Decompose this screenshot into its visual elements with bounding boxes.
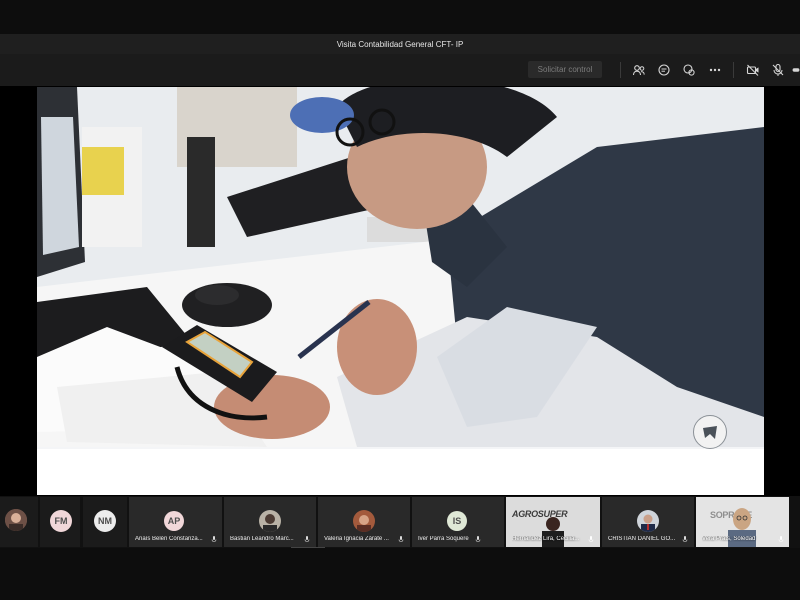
mic-icon bbox=[398, 536, 404, 542]
chat-icon[interactable] bbox=[655, 61, 673, 79]
shared-photo bbox=[37, 87, 764, 495]
participant-tile[interactable]: NM bbox=[83, 497, 127, 547]
participant-name: Bastián Leandro Marc... bbox=[230, 536, 294, 542]
toolbar-separator bbox=[620, 62, 621, 78]
avatar: AP bbox=[164, 511, 184, 531]
camera-off-icon[interactable] bbox=[744, 61, 762, 79]
participant-tile[interactable]: Valeria Ignacia Zárate ... bbox=[318, 497, 410, 547]
participant-tile[interactable]: FM bbox=[40, 497, 80, 547]
participant-name: Valeria Ignacia Zárate ... bbox=[324, 536, 389, 542]
participant-name: Hernández Lira, Cecilia... bbox=[512, 536, 580, 542]
participant-tile[interactable]: Bastián Leandro Marc... bbox=[224, 497, 316, 547]
mic-icon bbox=[778, 536, 784, 542]
avatar: FM bbox=[50, 510, 72, 532]
participant-tile[interactable]: IS Iver Parra Soquere bbox=[412, 497, 504, 547]
bottom-area bbox=[0, 548, 800, 600]
meeting-title-bar: Visita Contabilidad General CFT- IP bbox=[0, 34, 800, 54]
participant-name: CRISTIAN DANIEL GO... bbox=[608, 536, 676, 542]
shared-screen bbox=[37, 87, 764, 495]
mic-icon bbox=[211, 536, 217, 542]
avatar-initials: NM bbox=[98, 516, 112, 526]
leave-icon[interactable] bbox=[792, 61, 800, 79]
avatar-initials: IS bbox=[452, 516, 462, 526]
avatar bbox=[259, 510, 281, 532]
avatar: NM bbox=[94, 510, 116, 532]
avatar bbox=[637, 510, 659, 532]
participant-video-tile[interactable]: SOPROLE Vera Prats, Soledad bbox=[696, 497, 789, 547]
avatar bbox=[353, 510, 375, 532]
participant-tile[interactable] bbox=[0, 497, 38, 547]
participant-video-tile[interactable]: AGROSUPER Hernández Lira, Cecilia... bbox=[506, 497, 600, 547]
participant-name: Vera Prats, Soledad bbox=[702, 536, 756, 542]
avatar-initials: AP bbox=[167, 516, 181, 526]
participant-tile[interactable]: CRISTIAN DANIEL GO... bbox=[602, 497, 694, 547]
participant-name: Anaís Belén Constanza... bbox=[135, 536, 203, 542]
meeting-title: Visita Contabilidad General CFT- IP bbox=[336, 39, 464, 49]
avatar: IS bbox=[447, 511, 467, 531]
request-control-button[interactable]: Solicitar control bbox=[528, 61, 602, 78]
reactions-icon[interactable] bbox=[680, 61, 698, 79]
people-icon[interactable] bbox=[630, 61, 648, 79]
logo-badge-icon bbox=[693, 415, 727, 449]
toolbar-separator bbox=[733, 62, 734, 78]
app-top-bar bbox=[0, 0, 800, 34]
mic-icon bbox=[304, 536, 310, 542]
participant-tile[interactable]: AP Anaís Belén Constanza... bbox=[129, 497, 222, 547]
mic-off-icon[interactable] bbox=[769, 61, 787, 79]
mic-icon bbox=[475, 536, 481, 542]
mic-icon bbox=[682, 536, 688, 542]
avatar bbox=[5, 509, 27, 531]
avatar-initials: FM bbox=[54, 516, 68, 526]
mic-icon bbox=[588, 536, 594, 542]
more-icon[interactable] bbox=[706, 61, 724, 79]
